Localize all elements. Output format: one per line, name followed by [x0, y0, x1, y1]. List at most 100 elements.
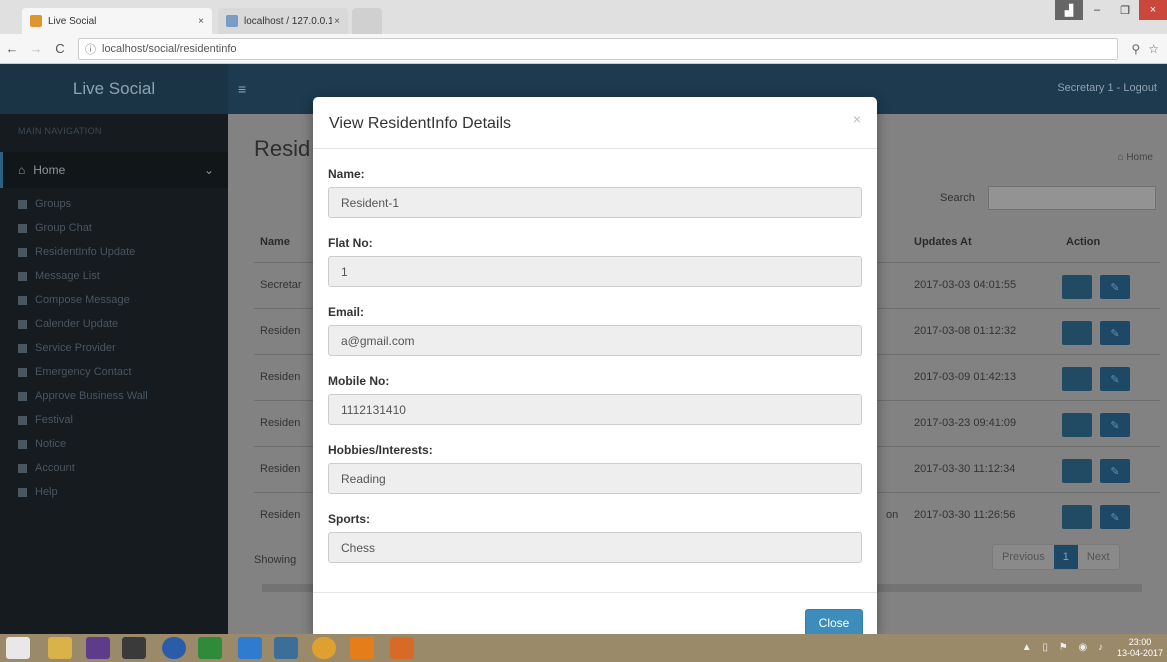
list-icon	[18, 415, 27, 425]
search-input[interactable]	[988, 186, 1156, 210]
sidebar-item-emergency-contact[interactable]: Emergency Contact	[18, 366, 132, 378]
sidebar-item-service-provider[interactable]: Service Provider	[18, 342, 116, 354]
maximize-button[interactable]: ❐	[1111, 0, 1139, 20]
showing-info: Showing	[254, 554, 297, 566]
pagination: Previous 1 Next	[992, 544, 1120, 570]
url-input[interactable]: ⓘ localhost/social/residentinfo	[78, 37, 1118, 60]
xampp-icon[interactable]	[390, 637, 414, 659]
view-button[interactable]	[1062, 413, 1092, 437]
pagination-page[interactable]: 1	[1053, 545, 1078, 569]
view-button[interactable]	[1062, 367, 1092, 391]
sidebar-item-label: Account	[35, 462, 75, 474]
breadcrumb[interactable]: ⌂ Home	[1117, 152, 1153, 163]
hobbies-field[interactable]: Reading	[328, 463, 862, 494]
app-icon[interactable]	[86, 637, 110, 659]
envelope-icon	[18, 295, 27, 305]
view-button[interactable]	[1062, 459, 1092, 483]
sidebar-item-label: Calender Update	[35, 318, 119, 330]
file-icon	[18, 463, 27, 473]
column-header-name[interactable]: Name	[260, 222, 290, 262]
internet-explorer-icon[interactable]	[238, 637, 262, 659]
column-header-updates-at[interactable]: Updates At	[914, 222, 972, 262]
hp-icon[interactable]	[162, 637, 186, 659]
sidebar-item-group-chat[interactable]: Group Chat	[18, 222, 92, 234]
sidebar-item-calender-update[interactable]: Calender Update	[18, 318, 118, 330]
edit-button[interactable]: ✎	[1100, 367, 1130, 391]
email-field[interactable]: a@gmail.com	[328, 325, 862, 356]
user-logout-link[interactable]: Secretary 1 - Logout	[1057, 82, 1157, 94]
cell-name: Residen	[260, 371, 301, 383]
sidebar-item-notice[interactable]: Notice	[18, 438, 66, 450]
back-arrow-icon[interactable]: ←	[0, 41, 24, 56]
view-button[interactable]	[1062, 321, 1092, 345]
store-icon[interactable]	[198, 637, 222, 659]
view-button[interactable]	[1062, 505, 1092, 529]
tab-close-icon[interactable]: ×	[334, 16, 340, 27]
cell-updated: 2017-03-30 11:26:56	[914, 509, 1016, 521]
close-button[interactable]: Close	[805, 609, 863, 634]
modal-close-icon[interactable]: ×	[853, 111, 861, 127]
vlc-icon[interactable]	[350, 637, 374, 659]
sidebar-item-approve-business-wall[interactable]: Approve Business Wall	[18, 390, 148, 402]
sidebar-item-label: Home	[33, 163, 66, 177]
tab-label: localhost / 127.0.0.1 / liv	[244, 15, 332, 27]
sidebar-item-message-list[interactable]: Message List	[18, 270, 100, 282]
edit-button[interactable]: ✎	[1100, 459, 1130, 483]
home-icon: ⌂	[18, 163, 26, 177]
pagination-next[interactable]: Next	[1077, 545, 1119, 569]
edit-button[interactable]: ✎	[1100, 505, 1130, 529]
search-label: Search	[940, 192, 975, 204]
sidebar-item-home[interactable]: ⌂ Home ⌄	[0, 152, 228, 188]
cell-name: Residen	[260, 463, 301, 475]
file-explorer-icon[interactable]	[48, 637, 72, 659]
cell-name: Residen	[260, 509, 301, 521]
brand-logo[interactable]: Live Social	[0, 64, 228, 114]
flat-no-field[interactable]: 1	[328, 256, 862, 287]
email-label: Email:	[328, 305, 365, 319]
user-icon[interactable]: ▟	[1055, 0, 1083, 20]
sidebar-item-label: Compose Message	[35, 294, 130, 306]
start-icon[interactable]	[6, 637, 30, 659]
forward-arrow-icon[interactable]: →	[24, 41, 48, 56]
cell-updated: 2017-03-23 09:41:09	[914, 417, 1017, 429]
sports-field[interactable]: Chess	[328, 532, 862, 563]
pagination-previous[interactable]: Previous	[993, 545, 1054, 569]
close-window-button[interactable]: ×	[1139, 0, 1167, 20]
tab-close-icon[interactable]: ×	[198, 16, 204, 27]
edit-button[interactable]: ✎	[1100, 413, 1130, 437]
tab-phpmyadmin[interactable]: localhost / 127.0.0.1 / liv ×	[218, 8, 348, 34]
edit-button[interactable]: ✎	[1100, 275, 1130, 299]
reload-icon[interactable]: C	[48, 41, 72, 56]
clock[interactable]: 23:00 13-04-2017	[1117, 637, 1163, 659]
sidebar-item-label: Festival	[35, 414, 73, 426]
info-icon: ⓘ	[85, 43, 96, 56]
name-field[interactable]: Resident-1	[328, 187, 862, 218]
zoom-icon[interactable]: ⚲	[1131, 42, 1140, 56]
cell-name: Residen	[260, 417, 301, 429]
url-text: localhost/social/residentinfo	[102, 42, 237, 55]
system-tray[interactable]: ▲ ▯ ⚑ ◉ ♪	[1022, 642, 1107, 653]
new-tab-button[interactable]	[352, 8, 382, 34]
menu-toggle-icon[interactable]: ≡	[238, 81, 246, 97]
sidebar-item-help[interactable]: Help	[18, 486, 58, 498]
sidebar-item-account[interactable]: Account	[18, 462, 75, 474]
star-icon[interactable]: ☆	[1148, 42, 1159, 56]
app-icon[interactable]	[122, 637, 146, 659]
minimize-button[interactable]: –	[1083, 0, 1111, 20]
view-button[interactable]	[1062, 275, 1092, 299]
chrome-icon[interactable]	[312, 637, 336, 659]
edit-button[interactable]: ✎	[1100, 321, 1130, 345]
sidebar-item-groups[interactable]: Groups	[18, 198, 71, 210]
browser-tab-bar: Live Social × localhost / 127.0.0.1 / li…	[0, 0, 1167, 34]
tab-live-social[interactable]: Live Social ×	[22, 8, 212, 34]
cell-updated: 2017-03-03 04:01:55	[914, 279, 1017, 291]
sidebar-item-compose-message[interactable]: Compose Message	[18, 294, 130, 306]
app-icon[interactable]	[274, 637, 298, 659]
window-controls: ▟ – ❐ ×	[1055, 0, 1167, 22]
list-icon	[18, 271, 27, 281]
mobile-no-field[interactable]: 1112131410	[328, 394, 862, 425]
sidebar: MAIN NAVIGATION ⌂ Home ⌄ Groups Group Ch…	[0, 114, 228, 634]
sidebar-item-label: Notice	[35, 438, 67, 450]
sidebar-item-festival[interactable]: Festival	[18, 414, 73, 426]
sidebar-item-residentinfo-update[interactable]: ResidentInfo Update	[18, 246, 135, 258]
